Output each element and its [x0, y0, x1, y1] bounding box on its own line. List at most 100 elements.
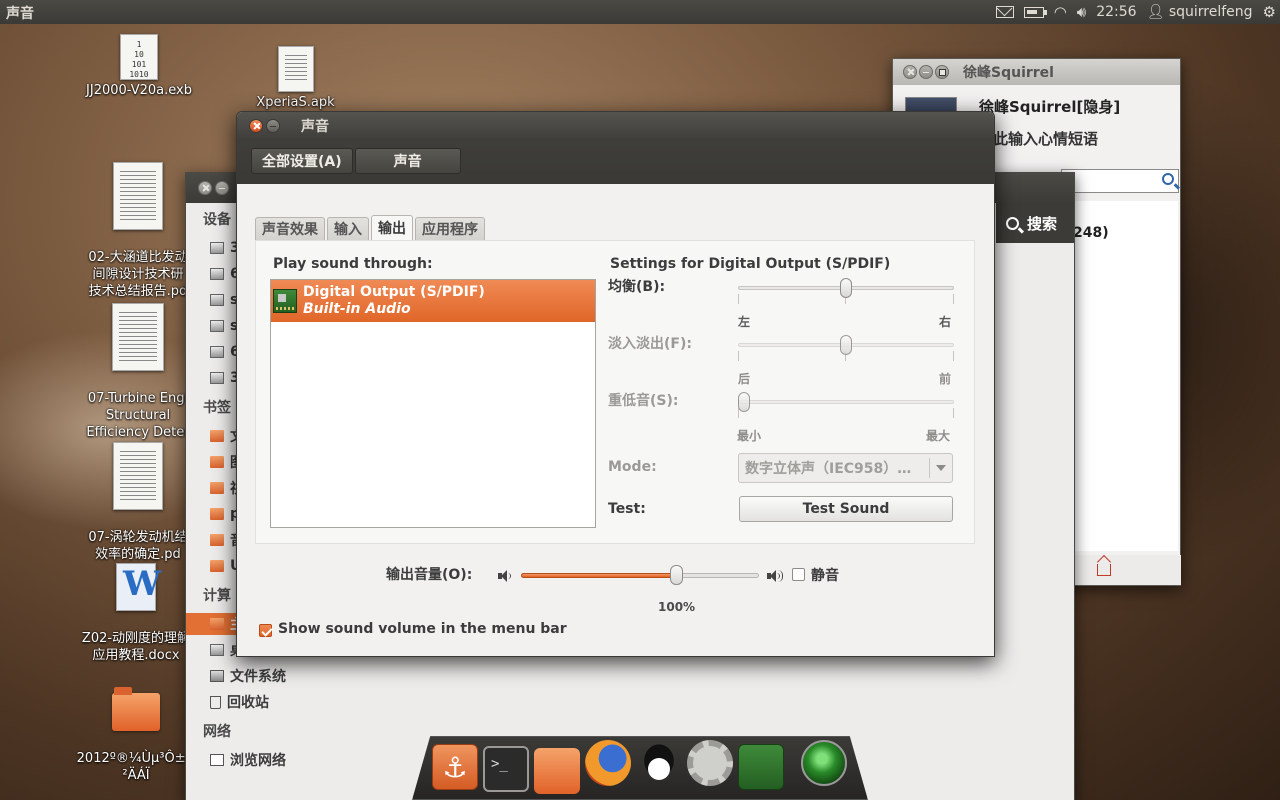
qq-titlebar: 徐峰Squirrel — [893, 59, 1180, 85]
filesystem-icon — [210, 670, 224, 682]
qq-contact-list — [1074, 201, 1178, 551]
pdf-file-icon — [113, 162, 163, 230]
terminal-icon[interactable]: >_ — [483, 746, 529, 792]
user-name: squirrelfeng — [1168, 4, 1253, 20]
play-through-label: Play sound through: — [273, 256, 433, 272]
drive-icon — [210, 268, 224, 280]
mode-label: Mode: — [608, 459, 657, 475]
minimize-button[interactable] — [266, 119, 280, 133]
sidebar-item-device[interactable]: s — [210, 315, 238, 337]
sound-settings-window: 声音 全部设置(A) 声音 声音效果 输入 输出 应用程序 Play sound… — [236, 111, 995, 657]
sidebar-item-label: 回收站 — [227, 695, 269, 711]
tab-input[interactable]: 输入 — [327, 217, 369, 240]
search-icon — [1006, 217, 1019, 230]
folder-icon — [210, 482, 224, 494]
network-card-icon[interactable] — [738, 744, 784, 790]
qq-minimize-button[interactable] — [919, 65, 933, 79]
qq-bottom-bar — [1073, 555, 1181, 585]
wifi-icon[interactable]: ◠ — [1054, 0, 1067, 24]
fade-right-mark: 前 — [939, 372, 952, 386]
home-icon[interactable] — [1097, 564, 1111, 576]
folder-icon — [210, 534, 224, 546]
mode-select[interactable]: 数字立体声（IEC958）… — [738, 453, 953, 483]
binary-file-icon: 1 10 101 1010 — [120, 34, 158, 80]
desktop-file-label: XperiaS.apk — [256, 95, 335, 110]
qq-close-button[interactable] — [903, 65, 917, 79]
drive-icon — [210, 346, 224, 358]
clock[interactable]: 22:56 — [1096, 4, 1136, 20]
sidebar-item-trash[interactable]: 回收站 — [210, 691, 269, 713]
mute-label: 静音 — [811, 568, 839, 584]
show-volume-in-menubar-label: Show sound volume in the menu bar — [278, 621, 567, 637]
firefox-icon[interactable] — [585, 740, 631, 786]
subwoofer-min-mark: 最小 — [737, 429, 762, 443]
tab-output[interactable]: 输出 — [371, 215, 413, 240]
fade-label: 淡入淡出(F): — [608, 336, 692, 352]
sidebar-item-device[interactable]: s — [210, 289, 238, 311]
tab-sound-effects[interactable]: 声音效果 — [255, 217, 325, 240]
qq-mood-input[interactable]: 此输入心情短语 — [993, 128, 1098, 149]
text-file-icon — [277, 46, 314, 92]
green-orb-icon[interactable] — [801, 740, 847, 786]
qq-maximize-button[interactable] — [935, 65, 949, 79]
settings-icon[interactable] — [687, 740, 733, 786]
output-volume-thumb[interactable] — [669, 565, 683, 585]
volume-high-icon — [767, 570, 783, 582]
test-sound-button[interactable]: Test Sound — [739, 496, 953, 522]
sidebar-header-devices: 设备 — [203, 212, 231, 228]
window-title: 声音 — [301, 119, 329, 135]
anchor-icon[interactable]: ⚓︎ — [432, 744, 478, 790]
folder-icon — [112, 687, 160, 731]
qq-search-input[interactable] — [1061, 169, 1179, 193]
home-folder-icon — [210, 618, 224, 630]
user-icon: 👤︎ — [1146, 4, 1165, 20]
desktop-icon — [210, 644, 224, 656]
balance-left-mark: 左 — [738, 315, 751, 329]
sound-settings-titlebar: 声音 — [237, 112, 994, 140]
folder-icon — [210, 560, 224, 572]
file-manager-search-button[interactable]: 搜索 — [1006, 213, 1057, 234]
sound-card-icon — [273, 289, 297, 313]
sidebar-header-bookmarks: 书签 — [203, 400, 231, 416]
all-settings-button[interactable]: 全部设置(A) — [251, 148, 353, 174]
test-label: Test: — [608, 501, 646, 517]
mail-icon[interactable] — [995, 6, 1014, 18]
desktop-file[interactable]: XperiaS.apk — [238, 46, 353, 111]
user-menu[interactable]: 👤︎ squirrelfeng — [1147, 4, 1253, 20]
tab-applications[interactable]: 应用程序 — [415, 217, 485, 240]
qq-icon[interactable] — [636, 740, 682, 786]
close-button[interactable] — [249, 119, 263, 133]
breadcrumb: 全部设置(A) 声音 — [237, 140, 994, 184]
pdf-file-icon — [112, 303, 164, 371]
list-item-digital-output[interactable]: Digital Output (S/PDIF) Built-in Audio — [271, 280, 595, 322]
show-volume-in-menubar-checkbox[interactable] — [259, 624, 272, 637]
search-label: 搜索 — [1027, 215, 1058, 233]
system-tray: ◠ 🔊︎ 22:56 👤︎ squirrelfeng ⚙︎ — [995, 0, 1276, 24]
output-volume-label: 输出音量(O): — [386, 567, 473, 583]
file-manager-minimize-button[interactable] — [215, 181, 229, 195]
drive-icon — [210, 242, 224, 254]
network-icon — [210, 754, 224, 766]
sidebar-item-browse-network[interactable]: 浏览网络 — [210, 749, 286, 771]
fade-tick-left — [738, 351, 739, 361]
pdf-file-icon — [113, 442, 163, 510]
desktop-file[interactable]: 1 10 101 1010 JJ2000-V20a.exb — [78, 34, 200, 99]
subwoofer-slider-thumb[interactable] — [738, 392, 750, 412]
volume-icon[interactable]: 🔊︎ — [1077, 0, 1086, 24]
sidebar-item-filesystem[interactable]: 文件系统 — [210, 665, 286, 687]
fade-left-mark: 后 — [738, 372, 751, 386]
home-folder-icon[interactable] — [534, 748, 580, 794]
sound-crumb-button[interactable]: 声音 — [354, 148, 461, 174]
battery-icon[interactable] — [1023, 6, 1047, 18]
fade-slider-thumb[interactable] — [840, 335, 852, 355]
file-manager-close-button[interactable] — [198, 181, 212, 195]
subwoofer-tick-right — [953, 408, 954, 418]
balance-slider-thumb[interactable] — [840, 278, 852, 298]
gear-icon[interactable]: ⚙︎ — [1263, 0, 1276, 24]
search-icon[interactable] — [1162, 173, 1174, 185]
desktop-folder-label: 2012º®¼Ùµ³Ô±Ñ ²ÄÁÏ — [76, 751, 196, 783]
mode-value: 数字立体声（IEC958）… — [745, 461, 912, 477]
mute-checkbox[interactable] — [792, 568, 805, 581]
subwoofer-slider-track[interactable] — [738, 400, 954, 404]
sound-tabs: 声音效果 输入 输出 应用程序 — [255, 215, 485, 240]
